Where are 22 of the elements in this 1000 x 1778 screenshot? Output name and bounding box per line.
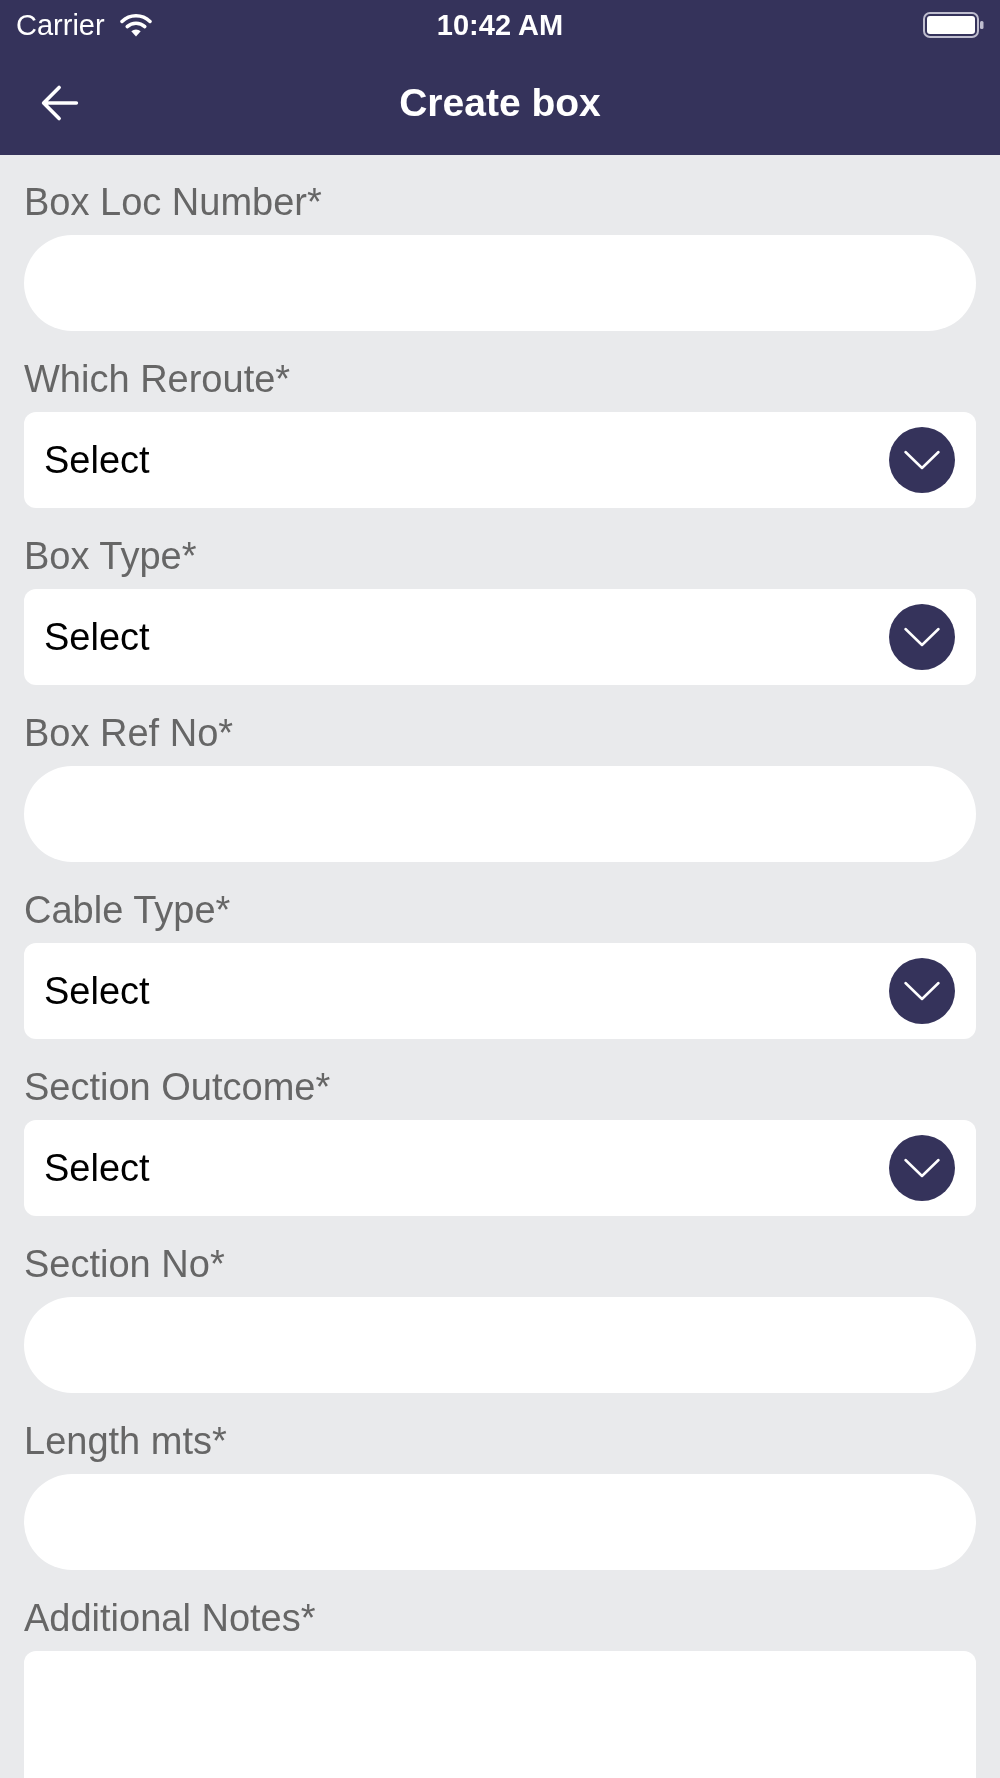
- select-dropdown[interactable]: Select: [24, 589, 976, 685]
- wifi-icon: [119, 13, 152, 37]
- field-label: Box Ref No*: [24, 711, 235, 755]
- field-label: Section No*: [24, 1242, 226, 1286]
- carrier-label: Carrier: [16, 10, 105, 40]
- chevron-down-icon: [889, 1135, 955, 1201]
- select-dropdown[interactable]: Select: [24, 943, 976, 1039]
- field-label: Cable Type*: [24, 888, 232, 932]
- select-dropdown[interactable]: Select: [24, 1120, 976, 1216]
- chevron-down-icon: [889, 958, 955, 1024]
- status-time: 10:42 AM: [436, 10, 564, 40]
- field-label: Length mts*: [24, 1419, 228, 1463]
- field-label: Box Type*: [24, 534, 198, 578]
- select-dropdown[interactable]: Select: [24, 412, 976, 508]
- field-label: Additional Notes*: [24, 1596, 317, 1640]
- chevron-down-icon: [889, 427, 955, 493]
- field-label: Box Loc Number*: [24, 180, 323, 224]
- battery-icon: [923, 12, 984, 38]
- field-label: Section Outcome*: [24, 1065, 332, 1109]
- chevron-down-icon: [889, 604, 955, 670]
- field-label: Which Reroute*: [24, 357, 292, 401]
- page-title: Create box: [399, 83, 601, 122]
